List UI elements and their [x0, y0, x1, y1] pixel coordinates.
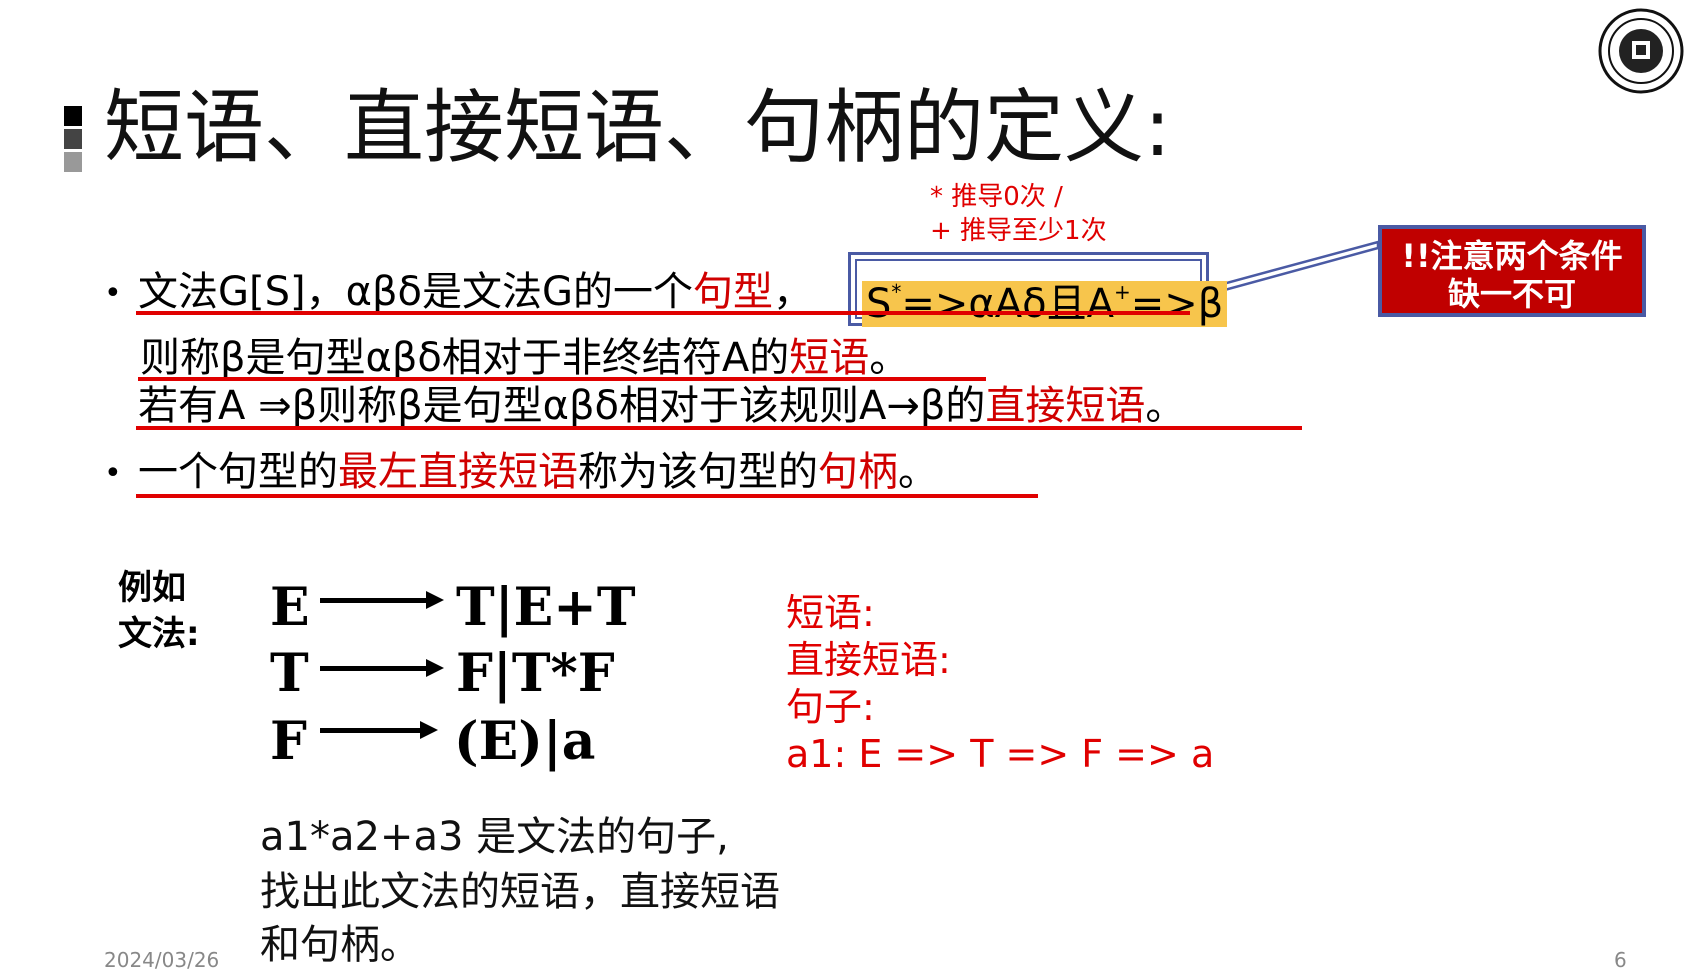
definition-text: 则称β是句型αβδ相对于非终结符A的: [140, 335, 790, 381]
bullet-marker: •: [104, 456, 122, 491]
slide-date: 2024/03/26: [104, 948, 220, 972]
rule-rhs: F|T*F: [456, 643, 615, 704]
rule-rhs: T|E+T: [456, 577, 636, 638]
formula-text: =>β: [1130, 281, 1224, 327]
formula-plus: +: [1114, 280, 1131, 304]
rule-lhs: E: [270, 577, 310, 638]
title-marker-square: [64, 152, 82, 172]
arrow-icon: [320, 666, 430, 671]
callout-line1: !!注意两个条件: [1401, 237, 1623, 275]
definition-text: 。: [869, 335, 910, 381]
definition-text: 文法G[S]，αβδ是文法G的一个: [138, 269, 693, 315]
term-leftmost-direct-phrase: 最左直接短语: [338, 449, 578, 495]
term-handle: 句柄: [818, 449, 898, 495]
definition-line-4: 一个句型的最左直接短语称为该句型的句柄。: [138, 446, 938, 498]
callout-pointer: [1208, 240, 1380, 296]
definition-text: 称为该句型的: [578, 449, 818, 495]
underline: [136, 426, 1302, 430]
title-marker-square: [64, 106, 82, 126]
task-line3: 和句柄。: [260, 922, 420, 968]
answer-sentence-label: 句子:: [786, 685, 875, 729]
rule-lhs: F: [270, 711, 307, 772]
definition-text: 。: [898, 449, 938, 495]
term-sentential-form: 句型: [692, 269, 773, 315]
formula-text: =>αAδ且A: [901, 281, 1114, 327]
task-line1: a1*a2+a3 是文法的句子,: [260, 814, 729, 860]
term-phrase: 短语: [789, 335, 870, 381]
arrow-head-icon: [426, 591, 444, 609]
underline: [136, 494, 1038, 498]
slide-title: 短语、直接短语、句柄的定义:: [104, 81, 1171, 174]
rule-rhs: (E)|a: [454, 711, 596, 772]
callout-line2: 缺一不可: [1447, 275, 1576, 313]
definition-line-3: 若有A ⇒β则称β是句型αβδ相对于该规则A→β的直接短语。: [138, 380, 1185, 432]
example-label-line1: 例如: [118, 568, 186, 608]
warning-callout: !!注意两个条件 缺一不可: [1378, 225, 1646, 317]
formula-star: *: [891, 280, 902, 304]
slide-number: 6: [1614, 948, 1627, 972]
derivation-note-line1: * 推导0次 /: [930, 182, 1063, 212]
definition-text: ，: [772, 269, 813, 315]
title-marker-square: [64, 129, 82, 149]
definition-text: 一个句型的: [138, 449, 338, 495]
university-seal-icon: [1598, 8, 1684, 94]
answer-direct-phrase-label: 直接短语:: [786, 638, 951, 682]
formula: S*=>αAδ且A+=>β: [862, 266, 1228, 330]
formula-text: S: [866, 281, 892, 327]
definition-text: 若有A ⇒β则称β是句型αβδ相对于该规则A→β的: [138, 383, 986, 429]
arrow-head-icon: [426, 659, 444, 677]
rule-lhs: T: [270, 643, 309, 704]
arrow-icon: [320, 598, 430, 603]
task-line2: 找出此文法的短语，直接短语: [260, 869, 780, 915]
formula-highlight: S*=>αAδ且A+=>β: [862, 280, 1228, 327]
example-label-line2: 文法:: [118, 614, 200, 654]
arrow-head-icon: [420, 721, 438, 739]
bullet-marker: •: [104, 276, 122, 311]
definition-text: 。: [1145, 383, 1186, 429]
underline: [136, 311, 1190, 315]
term-direct-phrase: 直接短语: [985, 383, 1146, 429]
answer-phrase-label: 短语:: [786, 591, 875, 635]
arrow-icon: [320, 728, 424, 733]
answer-derivation: a1: E => T => F => a: [786, 732, 1215, 776]
derivation-note-line2: + 推导至少1次: [930, 216, 1107, 246]
